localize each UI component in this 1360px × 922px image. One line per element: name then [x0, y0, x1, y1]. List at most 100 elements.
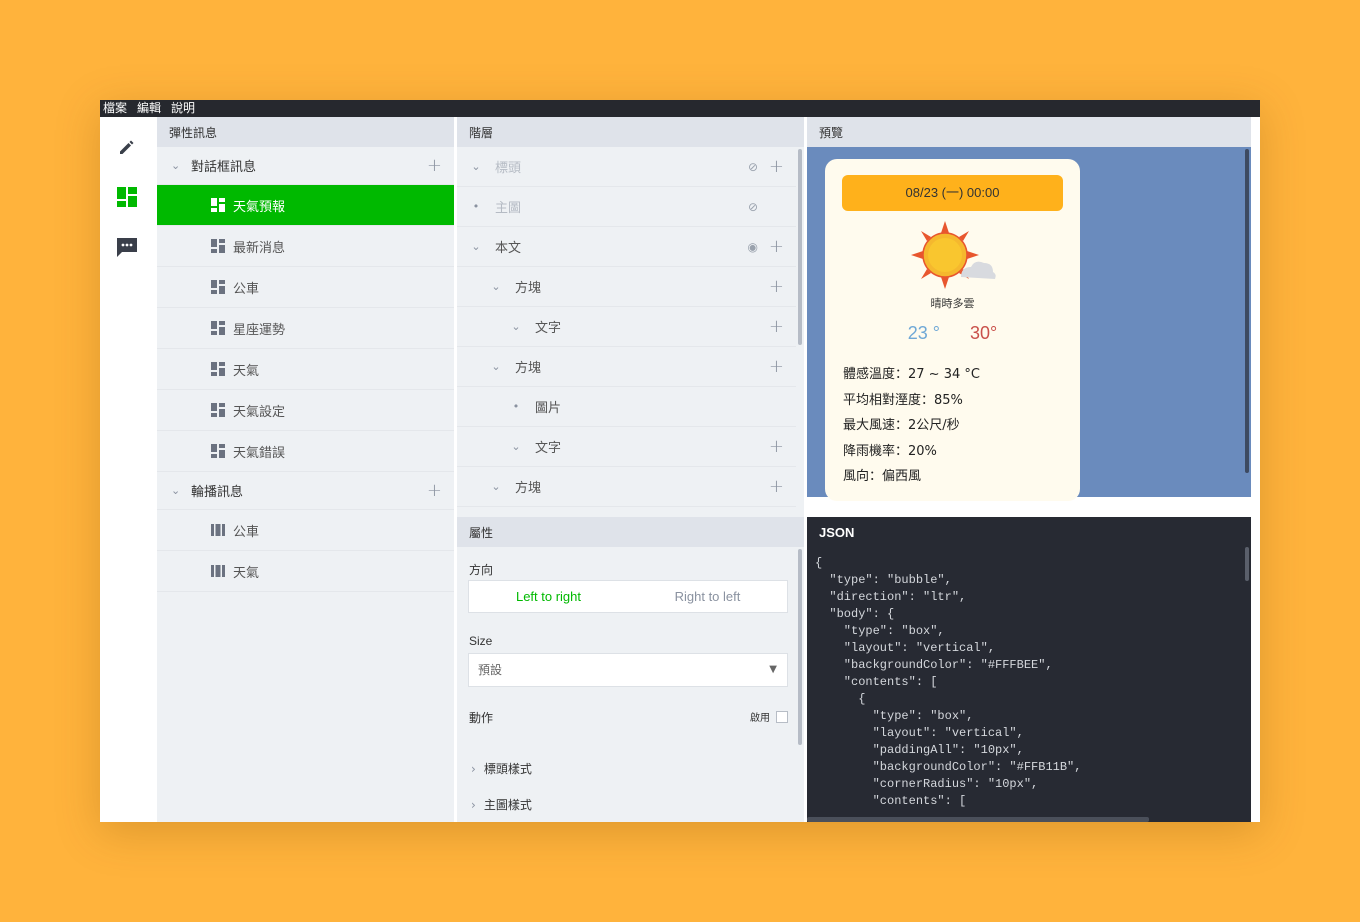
layer-row[interactable]: ⌄ 標頭 ⊘ +: [457, 147, 796, 187]
header-style-section[interactable]: › 標頭樣式: [471, 760, 532, 777]
layer-row[interactable]: ⌄ 方塊 +: [457, 347, 796, 387]
dashboard-icon: [211, 444, 225, 458]
menu-file[interactable]: 檔案: [103, 100, 127, 117]
temperature-range: 23 ° 30°: [825, 323, 1080, 344]
list-item[interactable]: 天氣預報: [157, 185, 454, 226]
properties-panel: 屬性 方向 Left to right Right to left Size 預…: [457, 517, 804, 822]
add-icon[interactable]: +: [769, 236, 784, 257]
layer-row[interactable]: ⌄ 文字 +: [457, 427, 796, 467]
caret-down-icon: ▼: [769, 664, 777, 675]
preview-canvas: 08/23 (一) 00:00 晴時多雲 23 ° 30° 體感溫度：27 ~ …: [807, 147, 1251, 501]
preview-title: 預覽: [807, 117, 1251, 147]
json-title: JSON: [807, 517, 1251, 547]
add-icon[interactable]: +: [769, 316, 784, 337]
direction-toggle: Left to right Right to left: [468, 580, 788, 613]
enable-checkbox[interactable]: [776, 710, 788, 723]
icon-sidebar: [100, 117, 157, 822]
chevron-down-icon[interactable]: ⌄: [469, 160, 483, 173]
rtl-button[interactable]: Right to left: [628, 581, 787, 612]
list-item[interactable]: 最新消息: [157, 226, 454, 267]
list-item[interactable]: 公車: [157, 267, 454, 308]
preview-scrollbar[interactable]: [1245, 149, 1249, 473]
eye-off-icon[interactable]: ⊘: [748, 200, 758, 214]
chevron-down-icon[interactable]: ⌄: [469, 240, 483, 253]
eye-icon[interactable]: ◉: [748, 240, 758, 254]
enable-toggle: 啟用: [750, 709, 788, 724]
direction-label: 方向: [469, 563, 494, 577]
list-item[interactable]: 星座運勢: [157, 308, 454, 349]
layer-row[interactable]: • 圖片: [457, 387, 796, 427]
chat-icon[interactable]: [115, 235, 139, 259]
carousel-icon: [211, 524, 225, 536]
chevron-down-icon[interactable]: ⌄: [171, 159, 191, 172]
add-icon[interactable]: +: [769, 276, 784, 297]
ltr-button[interactable]: Left to right: [469, 581, 628, 612]
rain-chance: 降雨機率：20%: [843, 444, 937, 459]
app-window: 檔案 編輯 說明 彈性訊息 ⌄ 對話框訊息 + 天氣預報 最新消息 公車 星座運…: [100, 100, 1260, 822]
layers-scrollbar[interactable]: [798, 149, 802, 345]
add-icon[interactable]: +: [769, 156, 784, 177]
bubble-card: 08/23 (一) 00:00 晴時多雲 23 ° 30° 體感溫度：27 ~ …: [825, 159, 1080, 501]
properties-title: 屬性: [457, 517, 804, 547]
date-header: 08/23 (一) 00:00: [842, 175, 1063, 211]
weather-condition: 晴時多雲: [930, 297, 975, 310]
panel-title: 彈性訊息: [157, 117, 454, 147]
json-hscrollbar[interactable]: [807, 817, 1149, 822]
right-panel: 預覽 08/23 (一) 00:00 晴時多雲 23 ° 30° 體感溫度：27…: [807, 117, 1251, 822]
low-temp: 23 °: [907, 323, 940, 343]
list-item[interactable]: 天氣: [157, 551, 454, 592]
properties-scrollbar[interactable]: [798, 549, 802, 745]
dashboard-icon: [211, 239, 225, 253]
wind-direction: 風向：偏西風: [843, 469, 922, 484]
add-icon[interactable]: +: [769, 356, 784, 377]
group-carousel-messages[interactable]: ⌄ 輪播訊息 +: [157, 472, 454, 510]
layer-row[interactable]: • 主圖 ⊘: [457, 187, 796, 227]
layers-title: 階層: [457, 117, 804, 147]
menu-help[interactable]: 說明: [171, 100, 195, 117]
chevron-down-icon[interactable]: ⌄: [509, 320, 523, 333]
group-dialog-messages[interactable]: ⌄ 對話框訊息 +: [157, 147, 454, 185]
chevron-down-icon[interactable]: ⌄: [489, 360, 503, 373]
add-icon[interactable]: +: [769, 476, 784, 497]
eye-off-icon[interactable]: ⊘: [748, 160, 758, 174]
chevron-down-icon[interactable]: ⌄: [509, 440, 523, 453]
flex-message-panel: 彈性訊息 ⌄ 對話框訊息 + 天氣預報 最新消息 公車 星座運勢 天氣 天氣設定…: [157, 117, 454, 822]
sun-cloud-icon: [911, 221, 996, 289]
size-select[interactable]: 預設 ▼: [468, 653, 788, 687]
add-icon[interactable]: +: [427, 480, 442, 501]
dashboard-icon: [211, 321, 225, 335]
chevron-down-icon[interactable]: ⌄: [171, 484, 191, 497]
humidity: 平均相對溼度：85%: [843, 393, 963, 408]
preview-panel: 預覽 08/23 (一) 00:00 晴時多雲 23 ° 30° 體感溫度：27…: [807, 117, 1251, 501]
size-label: Size: [469, 634, 493, 648]
json-code[interactable]: { "type": "bubble", "direction": "ltr", …: [807, 547, 1251, 810]
add-icon[interactable]: +: [769, 436, 784, 457]
dashboard-icon[interactable]: [115, 185, 139, 209]
layer-row[interactable]: ⌄ 方塊 +: [457, 267, 796, 307]
dashboard-icon: [211, 403, 225, 417]
json-panel: JSON { "type": "bubble", "direction": "l…: [807, 517, 1251, 822]
list-item[interactable]: 公車: [157, 510, 454, 551]
dashboard-icon: [211, 198, 225, 212]
list-item[interactable]: 天氣: [157, 349, 454, 390]
feels-like: 體感溫度：27 ~ 34 °C: [843, 367, 980, 382]
chevron-down-icon[interactable]: ⌄: [489, 280, 503, 293]
bullet-icon: •: [472, 200, 480, 213]
layer-row[interactable]: ⌄ 本文 ◉ +: [457, 227, 796, 267]
dashboard-icon: [211, 362, 225, 376]
add-icon[interactable]: +: [427, 155, 442, 176]
json-scrollbar[interactable]: [1245, 547, 1249, 581]
list-item[interactable]: 天氣設定: [157, 390, 454, 431]
list-item[interactable]: 天氣錯誤: [157, 431, 454, 472]
pencil-icon[interactable]: [115, 135, 139, 159]
chevron-down-icon[interactable]: ⌄: [489, 480, 503, 493]
high-temp: 30°: [970, 323, 998, 343]
hero-style-section[interactable]: › 主圖樣式: [471, 796, 532, 813]
layer-row[interactable]: ⌄ 文字 +: [457, 307, 796, 347]
wind-speed: 最大風速：2公尺/秒: [843, 418, 960, 433]
chevron-right-icon: ›: [471, 762, 476, 776]
action-label: 動作: [469, 711, 494, 725]
layer-row[interactable]: ⌄ 方塊 +: [457, 467, 796, 507]
menu-bar: 檔案 編輯 說明: [100, 100, 1260, 117]
menu-edit[interactable]: 編輯: [137, 100, 161, 117]
